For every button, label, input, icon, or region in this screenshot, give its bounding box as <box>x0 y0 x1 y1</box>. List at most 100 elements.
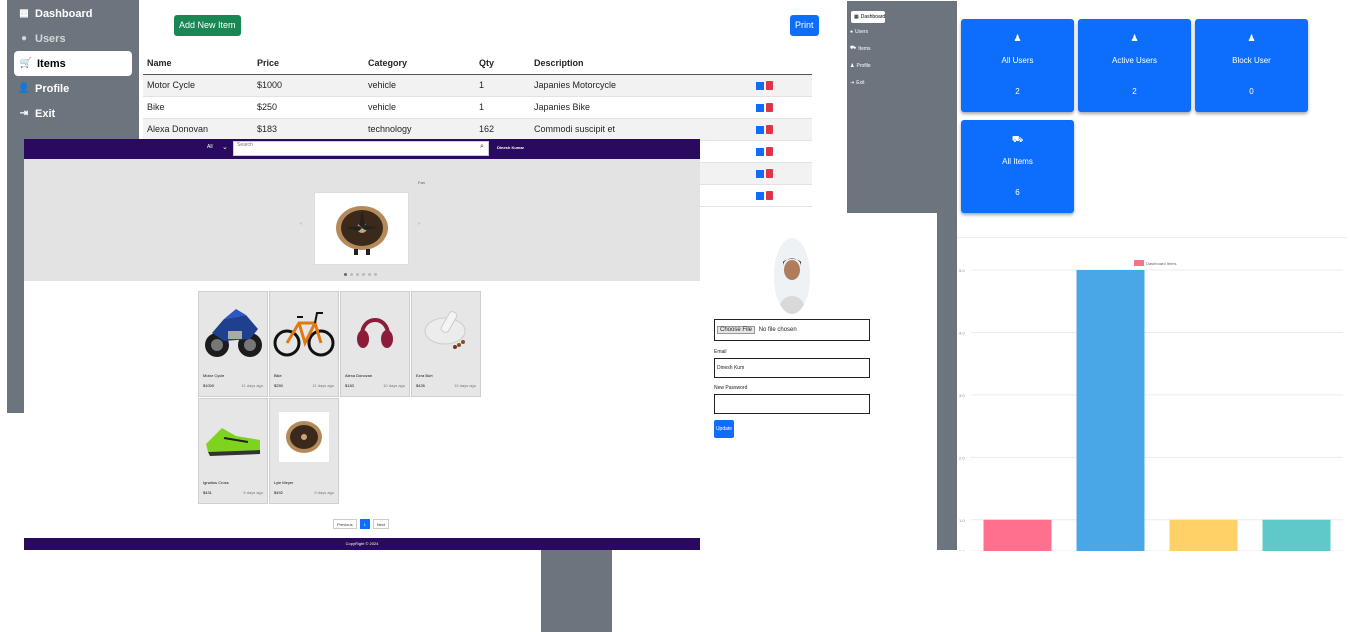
pagination-prev-button[interactable]: Previous <box>333 519 357 529</box>
edit-icon[interactable] <box>756 125 764 134</box>
search-icon[interactable]: ⌕ <box>480 143 484 151</box>
product-card[interactable]: Ignatius Cross $431 9 days ago <box>198 398 268 504</box>
carousel-next-icon[interactable]: › <box>418 221 420 227</box>
choose-file-button[interactable]: Choose File <box>717 326 756 334</box>
password-field[interactable] <box>714 394 870 414</box>
sidebar-item-users[interactable]: ● Users <box>847 23 957 40</box>
trash-icon[interactable] <box>766 169 773 179</box>
product-price: $183 <box>345 383 354 388</box>
product-name: Bike <box>274 373 282 378</box>
user-icon: 👤 <box>17 82 31 94</box>
y-tick-label: 1.0 <box>959 518 965 523</box>
product-name: Lyle Meyer <box>274 480 294 485</box>
row-actions <box>752 140 812 163</box>
trash-icon[interactable] <box>766 103 773 113</box>
y-tick-label: 5.0 <box>959 268 965 273</box>
sidebar-item-label: Dashboard <box>860 14 886 20</box>
column-header: Category <box>364 52 475 75</box>
sidebar-item-label: Exit <box>856 79 865 86</box>
edit-icon[interactable] <box>756 169 764 178</box>
edit-icon[interactable] <box>756 191 764 200</box>
chart-bar[interactable] <box>983 519 1052 551</box>
stat-label: Active Users <box>1112 56 1157 65</box>
column-header-actions <box>752 52 812 75</box>
carousel-dot[interactable] <box>362 273 365 276</box>
carousel-dot[interactable] <box>350 273 353 276</box>
product-age: 9 days ago <box>314 490 334 495</box>
users-icon: ● <box>850 28 854 35</box>
product-age: 9 days ago <box>243 490 263 495</box>
sidebar-item-exit[interactable]: ⇥ Exit <box>7 101 139 126</box>
file-input[interactable]: Choose File No file chosen <box>714 319 870 341</box>
y-tick-label: 0.5 <box>959 549 965 551</box>
update-button[interactable]: Update <box>714 420 734 438</box>
column-header: Qty <box>475 52 530 75</box>
sidebar-item-dashboard[interactable]: ▦ Dashboard <box>7 1 139 26</box>
product-price: $431 <box>203 490 212 495</box>
carousel-dot[interactable] <box>374 273 377 276</box>
password-label: New Password <box>714 385 748 391</box>
sidebar-item-profile[interactable]: ♟ Profile <box>847 57 957 74</box>
y-tick-label: 3.0 <box>959 393 965 398</box>
carousel-dot[interactable] <box>368 273 371 276</box>
product-card[interactable]: Motor Cycle $1000 11 days ago <box>198 291 268 397</box>
edit-icon[interactable] <box>756 81 764 90</box>
email-field[interactable]: Dinesh Kum <box>714 358 870 378</box>
trash-icon[interactable] <box>766 81 773 91</box>
y-tick-label: 4.0 <box>959 330 965 335</box>
table-row: Bike $250 vehicle 1 Japanies Bike <box>143 96 812 119</box>
edit-icon[interactable] <box>756 103 764 112</box>
sidebar-fragment <box>937 213 957 550</box>
product-card[interactable]: Alexa Donovan $183 10 days ago <box>340 291 410 397</box>
table-cell: Japanies Motorcycle <box>530 74 752 97</box>
table-row: Alexa Donovan $183 technology 162 Commodi su… <box>143 118 812 141</box>
search-input[interactable]: Search <box>233 141 489 156</box>
trash-icon[interactable] <box>766 191 773 201</box>
cart-icon: ⛟ <box>1011 134 1024 144</box>
trash-icon[interactable] <box>766 147 773 157</box>
chart-bar[interactable] <box>1169 519 1238 551</box>
product-card[interactable]: Ezra Burt $426 10 days ago <box>411 291 481 397</box>
fan-icon <box>273 402 335 472</box>
product-price: $1000 <box>203 383 215 388</box>
user-menu[interactable]: Dinesh Kumar <box>497 145 524 150</box>
carousel-dot[interactable] <box>356 273 359 276</box>
user-icon: ♟ <box>1013 33 1022 43</box>
product-age: 11 days ago <box>241 383 264 388</box>
pagination-next-button[interactable]: Next <box>372 519 390 529</box>
print-button[interactable]: Print <box>790 15 819 36</box>
sidebar-item-dashboard[interactable]: ▦ Dashboard <box>851 11 885 23</box>
table-cell: vehicle <box>364 96 475 119</box>
carousel-dot[interactable] <box>344 273 347 276</box>
trash-icon[interactable] <box>766 125 773 135</box>
sidebar-item-label: Exit <box>35 107 56 120</box>
chart-bar[interactable] <box>1262 519 1331 551</box>
add-item-button[interactable]: Add New Item <box>174 15 241 36</box>
column-header: Description <box>530 52 752 75</box>
chevron-down-icon[interactable]: ⌄ <box>222 143 228 151</box>
sidebar-item-items[interactable]: ⛟ Items <box>847 40 957 57</box>
category-select[interactable]: All <box>207 144 213 150</box>
sidebar-item-profile[interactable]: 👤 Profile <box>7 76 139 101</box>
bicycle-icon <box>273 295 335 365</box>
email-label: Email <box>714 349 727 355</box>
column-header: Price <box>253 52 364 75</box>
sidebar-item-items[interactable]: 🛒 Items <box>14 51 132 76</box>
carousel-indicators[interactable] <box>344 273 377 276</box>
table-cell: Commodi suscipit et <box>530 118 752 141</box>
legend-swatch[interactable] <box>1134 260 1144 266</box>
chart-bar[interactable] <box>1076 270 1145 551</box>
shoe-icon <box>202 402 264 472</box>
carousel-image <box>314 192 409 265</box>
users-icon: ● <box>20 32 28 44</box>
product-card[interactable]: Lyle Meyer $492 9 days ago <box>269 398 339 504</box>
pagination: Previous 1 Next <box>333 519 390 529</box>
pagination-page-button[interactable]: 1 <box>359 519 370 529</box>
edit-icon[interactable] <box>756 147 764 156</box>
sidebar-item-users[interactable]: ● Users <box>7 26 139 51</box>
product-card[interactable]: Bike $250 11 days ago <box>269 291 339 397</box>
avatar <box>774 238 810 314</box>
bar-chart: 5.0 4.0 3.0 2.0 1.0 0.5 Dashboard Items <box>957 237 1347 551</box>
sidebar-item-exit[interactable]: ⇥ Exit <box>847 74 957 91</box>
carousel-prev-icon[interactable]: ‹ <box>300 221 302 227</box>
